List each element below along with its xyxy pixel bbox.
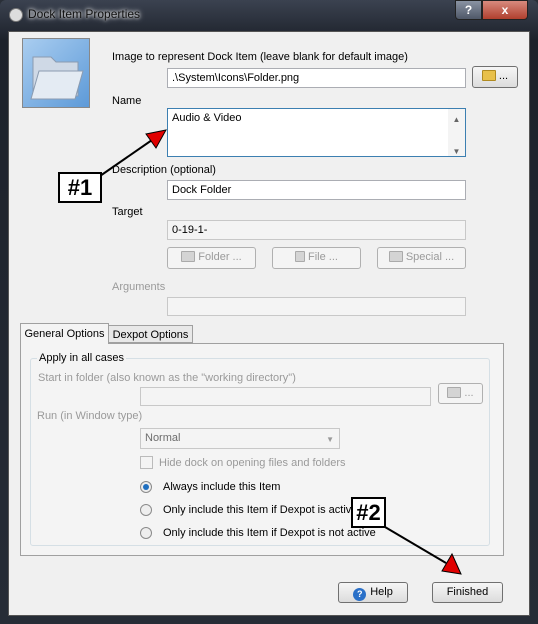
arrow-2-head [441,552,462,575]
arrow-1-head [145,129,167,149]
arrow-2-line [384,526,447,564]
annotation-2: #2 [351,497,386,528]
annotation-arrows [99,129,462,575]
annotation-1: #1 [58,172,102,203]
arrow-1-line [99,139,153,177]
